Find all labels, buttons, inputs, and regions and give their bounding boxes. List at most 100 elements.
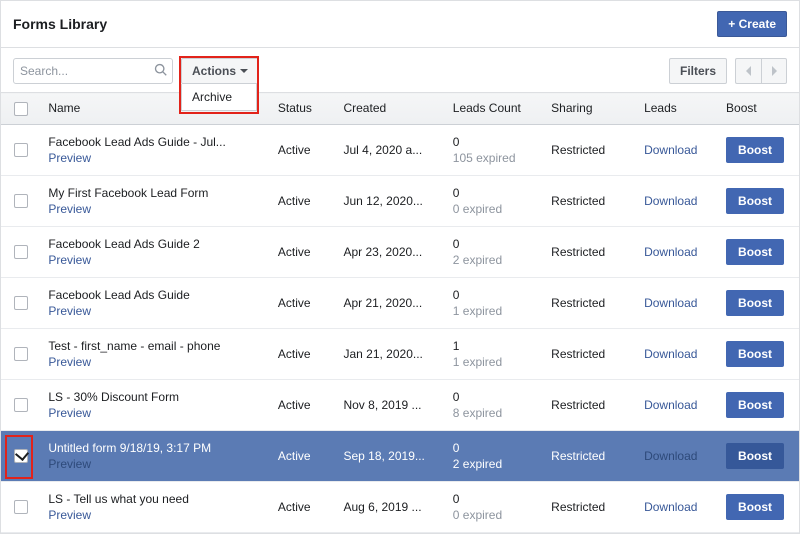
- download-link[interactable]: Download: [644, 245, 697, 259]
- col-header-sharing[interactable]: Sharing: [543, 93, 636, 125]
- row-checkbox[interactable]: [14, 500, 28, 514]
- download-link[interactable]: Download: [644, 449, 697, 463]
- status-cell: Active: [270, 430, 336, 481]
- sharing-cell: Restricted: [543, 175, 636, 226]
- create-button[interactable]: + Create: [717, 11, 787, 37]
- sharing-cell: Restricted: [543, 430, 636, 481]
- table-row: Facebook Lead Ads Guide - Jul...PreviewA…: [1, 124, 799, 175]
- pager: [735, 58, 787, 84]
- status-cell: Active: [270, 379, 336, 430]
- col-header-created[interactable]: Created: [335, 93, 444, 125]
- row-checkbox[interactable]: [14, 194, 28, 208]
- leads-count: 0: [453, 186, 535, 202]
- sharing-cell: Restricted: [543, 328, 636, 379]
- leads-expired: 105 expired: [453, 151, 535, 165]
- boost-button[interactable]: Boost: [726, 341, 784, 367]
- row-checkbox[interactable]: [14, 347, 28, 361]
- sharing-cell: Restricted: [543, 226, 636, 277]
- download-link[interactable]: Download: [644, 347, 697, 361]
- search-icon: [154, 63, 168, 77]
- table-row: My First Facebook Lead FormPreviewActive…: [1, 175, 799, 226]
- chevron-right-icon: [771, 66, 777, 76]
- boost-button[interactable]: Boost: [726, 188, 784, 214]
- leads-expired: 0 expired: [453, 508, 535, 522]
- download-link[interactable]: Download: [644, 500, 697, 514]
- leads-expired: 8 expired: [453, 406, 535, 420]
- boost-button[interactable]: Boost: [726, 239, 784, 265]
- search-input[interactable]: [13, 58, 173, 84]
- created-cell: Apr 21, 2020...: [335, 277, 444, 328]
- actions-label: Actions: [192, 64, 236, 78]
- download-link[interactable]: Download: [644, 398, 697, 412]
- preview-link[interactable]: Preview: [48, 253, 91, 267]
- download-link[interactable]: Download: [644, 296, 697, 310]
- sharing-cell: Restricted: [543, 124, 636, 175]
- col-header-boost[interactable]: Boost: [718, 93, 799, 125]
- preview-link[interactable]: Preview: [48, 304, 91, 318]
- boost-button[interactable]: Boost: [726, 392, 784, 418]
- leads-expired: 2 expired: [453, 457, 535, 471]
- actions-dropdown-item-archive[interactable]: Archive: [181, 84, 257, 111]
- status-cell: Active: [270, 481, 336, 532]
- pager-next-button[interactable]: [761, 58, 787, 84]
- leads-count: 0: [453, 237, 535, 253]
- preview-link[interactable]: Preview: [48, 406, 91, 420]
- form-name: Test - first_name - email - phone: [48, 339, 238, 353]
- preview-link[interactable]: Preview: [48, 202, 91, 216]
- download-link[interactable]: Download: [644, 194, 697, 208]
- col-header-status[interactable]: Status: [270, 93, 336, 125]
- page-title: Forms Library: [13, 16, 107, 32]
- row-checkbox[interactable]: [14, 296, 28, 310]
- preview-link[interactable]: Preview: [48, 457, 91, 471]
- row-checkbox[interactable]: [14, 143, 28, 157]
- select-all-checkbox[interactable]: [14, 102, 28, 116]
- leads-expired: 2 expired: [453, 253, 535, 267]
- filters-button[interactable]: Filters: [669, 58, 727, 84]
- actions-button[interactable]: Actions: [181, 58, 259, 84]
- form-name: Facebook Lead Ads Guide 2: [48, 237, 238, 251]
- leads-count: 0: [453, 135, 535, 151]
- leads-expired: 1 expired: [453, 304, 535, 318]
- caret-down-icon: [240, 69, 248, 73]
- created-cell: Nov 8, 2019 ...: [335, 379, 444, 430]
- boost-button[interactable]: Boost: [726, 137, 784, 163]
- created-cell: Jan 21, 2020...: [335, 328, 444, 379]
- chevron-left-icon: [746, 66, 752, 76]
- col-header-leads[interactable]: Leads: [636, 93, 718, 125]
- boost-button[interactable]: Boost: [726, 443, 784, 469]
- leads-count: 0: [453, 441, 535, 457]
- preview-link[interactable]: Preview: [48, 355, 91, 369]
- row-checkbox[interactable]: [14, 398, 28, 412]
- table-header-row: Name Status Created Leads Count Sharing …: [1, 93, 799, 125]
- form-name: LS - Tell us what you need: [48, 492, 238, 506]
- table-row: Test - first_name - email - phone Preview…: [1, 328, 799, 379]
- pager-prev-button[interactable]: [735, 58, 761, 84]
- created-cell: Sep 18, 2019...: [335, 430, 444, 481]
- preview-link[interactable]: Preview: [48, 508, 91, 522]
- created-cell: Jun 12, 2020...: [335, 175, 444, 226]
- leads-count: 0: [453, 492, 535, 508]
- row-checkbox[interactable]: [14, 245, 28, 259]
- form-name: Facebook Lead Ads Guide: [48, 288, 238, 302]
- form-name: My First Facebook Lead Form: [48, 186, 238, 200]
- form-name: LS - 30% Discount Form: [48, 390, 238, 404]
- sharing-cell: Restricted: [543, 481, 636, 532]
- boost-button[interactable]: Boost: [726, 494, 784, 520]
- sharing-cell: Restricted: [543, 277, 636, 328]
- created-cell: Apr 23, 2020...: [335, 226, 444, 277]
- row-checkbox[interactable]: [14, 449, 28, 463]
- preview-link[interactable]: Preview: [48, 151, 91, 165]
- status-cell: Active: [270, 124, 336, 175]
- sharing-cell: Restricted: [543, 379, 636, 430]
- download-link[interactable]: Download: [644, 143, 697, 157]
- status-cell: Active: [270, 226, 336, 277]
- created-cell: Jul 4, 2020 a...: [335, 124, 444, 175]
- table-row: LS - 30% Discount Form Preview ActiveNov 8…: [1, 379, 799, 430]
- col-header-leads-count[interactable]: Leads Count: [445, 93, 543, 125]
- table-row: Facebook Lead Ads GuidePreviewActiveApr …: [1, 277, 799, 328]
- form-name: Untitled form 9/18/19, 3:17 PM: [48, 441, 238, 455]
- leads-count: 0: [453, 390, 535, 406]
- table-row: LS - Tell us what you needPreviewActiveA…: [1, 481, 799, 532]
- boost-button[interactable]: Boost: [726, 290, 784, 316]
- leads-expired: 0 expired: [453, 202, 535, 216]
